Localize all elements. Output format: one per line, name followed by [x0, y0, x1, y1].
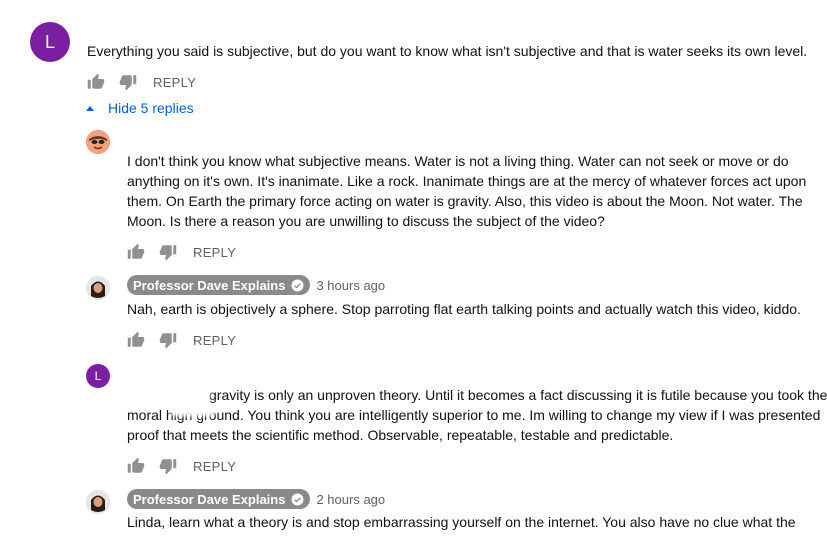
thumbs-up-icon[interactable]: [87, 73, 105, 91]
comment-line: gravity is only an unproven theory. Unti…: [209, 387, 827, 403]
author-name: Professor Dave Explains: [133, 277, 286, 293]
comment-text: Everything you said is subjective, but d…: [87, 43, 808, 59]
comment-actions: REPLY: [87, 72, 196, 92]
author-badge[interactable]: Professor Dave Explains: [127, 275, 311, 295]
author-badge[interactable]: Professor Dave Explains: [127, 489, 311, 509]
thumbs-up-icon[interactable]: [127, 457, 145, 475]
author-name: Professor Dave Explains: [133, 491, 286, 507]
comment-line: Linda, learn what a theory is and stop e…: [127, 514, 796, 530]
avatar[interactable]: L: [30, 22, 70, 62]
thumbs-down-icon[interactable]: [159, 331, 177, 349]
comment-line: proof that meets the scientific method. …: [127, 427, 674, 443]
avatar-face-icon: [86, 130, 110, 154]
avatar-face-icon: [86, 490, 110, 514]
comment-line: I don't think you know what subjective m…: [127, 153, 789, 169]
chevron-up-icon: [86, 105, 94, 111]
avatar-letter: L: [44, 31, 55, 52]
comment-line: them. On Earth the primary force acting …: [127, 193, 803, 209]
thumbs-down-icon[interactable]: [119, 73, 137, 91]
redacted-text: [120, 533, 680, 543]
timestamp[interactable]: 2 hours ago: [316, 492, 385, 507]
verified-check-icon: [292, 279, 304, 291]
avatar-letter: L: [94, 369, 102, 383]
avatar[interactable]: [86, 276, 110, 300]
thumbs-up-icon[interactable]: [127, 331, 145, 349]
comment-line: anything on it's own. It's inanimate. Li…: [127, 173, 807, 189]
hide-replies-label: Hide 5 replies: [108, 100, 194, 116]
comment-line: Moon. Is there a reason you are unwillin…: [127, 213, 605, 229]
reply-button[interactable]: REPLY: [193, 333, 236, 348]
comment-actions: REPLY: [127, 330, 236, 350]
thumbs-down-icon[interactable]: [159, 457, 177, 475]
reply-button[interactable]: REPLY: [193, 245, 236, 260]
comment-line: Nah, earth is objectively a sphere. Stop…: [127, 301, 801, 317]
redacted-text: [124, 382, 210, 404]
redacted-author: [120, 120, 260, 142]
reply-button[interactable]: REPLY: [153, 75, 196, 90]
redacted-author: [76, 10, 256, 36]
comment-header: Professor Dave Explains 3 hours ago: [127, 275, 385, 295]
hide-replies-button[interactable]: Hide 5 replies: [86, 100, 194, 116]
avatar-face-icon: [86, 276, 110, 300]
avatar[interactable]: [86, 130, 110, 154]
timestamp[interactable]: 3 hours ago: [316, 278, 385, 293]
reply-body: I don't think you know what subjective m…: [127, 151, 806, 231]
comment-actions: REPLY: [127, 242, 236, 262]
redacted-author: [124, 356, 296, 384]
comment-line: moral high ground. You think you are int…: [127, 407, 821, 423]
thumbs-down-icon[interactable]: [159, 243, 177, 261]
verified-check-icon: [292, 493, 304, 505]
avatar[interactable]: L: [86, 364, 110, 388]
reply-body: gravity is only an unproven theory. Unti…: [127, 385, 827, 445]
redacted-text: [170, 404, 216, 416]
comment-actions: REPLY: [127, 456, 236, 476]
reply-button[interactable]: REPLY: [193, 459, 236, 474]
avatar[interactable]: [86, 490, 110, 514]
comment-header: Professor Dave Explains 2 hours ago: [127, 489, 385, 509]
thumbs-up-icon[interactable]: [127, 243, 145, 261]
